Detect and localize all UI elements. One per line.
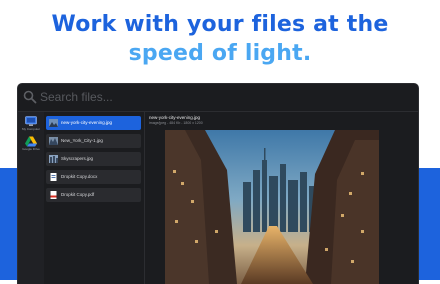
results-list: new-york-city-evening.jpg New_York_City-… [44, 112, 145, 284]
file-name: Dropkit Copy.pdf [61, 192, 95, 197]
file-name: New_York_City-1.jpg [61, 138, 103, 143]
google-drive-icon [25, 136, 37, 147]
image-file-icon [49, 119, 58, 127]
computer-icon [25, 116, 37, 126]
image-file-icon [49, 155, 58, 163]
file-name: Dropkit Copy.docx [61, 174, 98, 179]
sources-sidebar: My Computer Google Drive [18, 112, 44, 284]
preview-metadata: image/jpeg - 484 Kb - 1800 x 1200 [149, 121, 203, 125]
image-file-icon [49, 137, 58, 145]
list-item[interactable]: Dropkit Copy.pdf [46, 188, 141, 202]
headline-line-2: speed of light. [128, 41, 312, 66]
list-item[interactable]: New_York_City-1.jpg [46, 134, 141, 148]
source-google-drive[interactable]: Google Drive [20, 136, 42, 152]
document-file-icon [50, 173, 57, 181]
source-my-computer[interactable]: My Computer [20, 116, 42, 132]
preview-pane: new-york-city-evening.jpg image/jpeg - 4… [145, 112, 418, 284]
file-name: new-york-city-evening.jpg [61, 120, 113, 125]
preview-image [165, 130, 379, 284]
source-label: Google Drive [22, 147, 40, 151]
hero-headline: Work with your files at the speed of lig… [0, 10, 440, 68]
pdf-file-icon [50, 191, 57, 199]
list-item[interactable]: Skyscrapers.jpg [46, 152, 141, 166]
app-window: Search files... My Computer Google Drive [18, 84, 418, 284]
source-label: My Computer [21, 127, 40, 131]
list-item[interactable]: Dropkit Copy.docx [46, 170, 141, 184]
headline-line-1: Work with your files at the [51, 12, 389, 37]
search-bar[interactable]: Search files... [18, 84, 418, 112]
search-icon [23, 90, 37, 104]
search-input[interactable]: Search files... [40, 89, 113, 105]
list-item[interactable]: new-york-city-evening.jpg [46, 116, 141, 130]
file-name: Skyscrapers.jpg [61, 156, 94, 161]
